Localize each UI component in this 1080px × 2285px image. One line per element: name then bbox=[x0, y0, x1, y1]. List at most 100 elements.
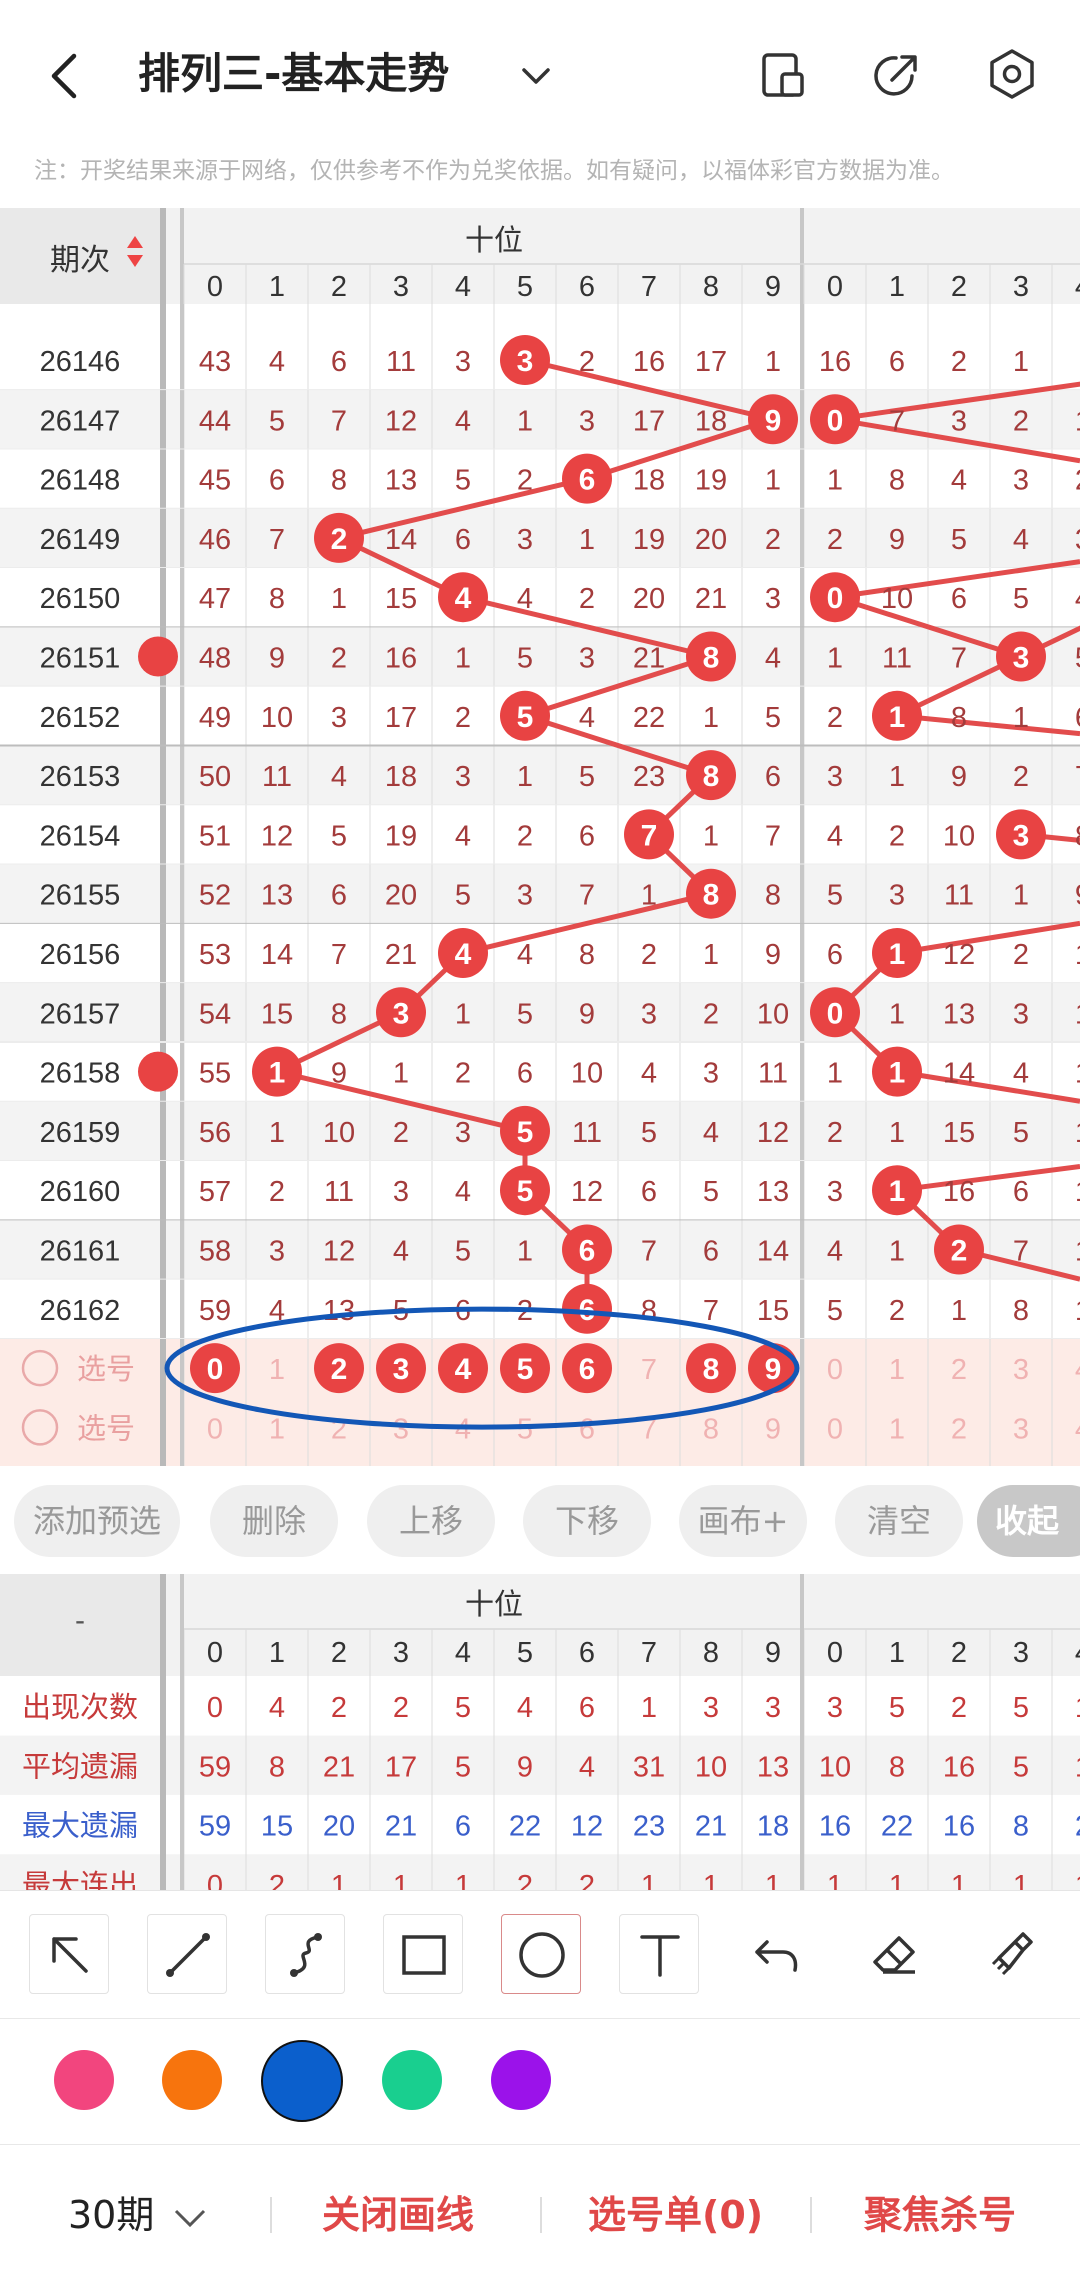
color-green-swatch[interactable] bbox=[382, 2050, 442, 2110]
stat-value: 3 bbox=[827, 1692, 843, 1724]
arrow-tool-button[interactable] bbox=[29, 1914, 109, 1994]
miss-count: 12 bbox=[261, 820, 293, 852]
page-title[interactable]: 排列三-基本走势 bbox=[138, 44, 449, 104]
color-orange-swatch[interactable] bbox=[162, 2050, 222, 2110]
tens-group-header: 十位 bbox=[465, 1588, 523, 1621]
add-preselect-button[interactable]: 添加预选 bbox=[14, 1485, 180, 1557]
period-selector[interactable]: 30期 bbox=[68, 2145, 208, 2285]
miss-count: 1 bbox=[1013, 346, 1029, 378]
miss-count: 5 bbox=[331, 820, 347, 852]
stat-value: 8 bbox=[269, 1751, 285, 1783]
group-separator bbox=[180, 208, 184, 304]
stat-value: 21 bbox=[323, 1751, 355, 1783]
digit-header: 6 bbox=[579, 1637, 595, 1669]
undo-button[interactable] bbox=[737, 1914, 817, 1994]
delete-button[interactable]: 删除 bbox=[210, 1485, 338, 1557]
miss-count: 2 bbox=[517, 820, 533, 852]
title-dropdown-icon[interactable] bbox=[516, 56, 556, 96]
miss-count: 8 bbox=[1075, 820, 1080, 852]
stat-value: 6 bbox=[455, 1811, 471, 1843]
miss-count: 6 bbox=[889, 346, 905, 378]
circle-tool-button[interactable] bbox=[501, 1914, 581, 1994]
text-tool-button[interactable] bbox=[619, 1914, 699, 1994]
text-icon bbox=[640, 1935, 680, 1977]
miss-count: 15 bbox=[385, 583, 417, 615]
drawing-toolbar bbox=[0, 1890, 1080, 2018]
header: 排列三-基本走势 bbox=[0, 0, 1080, 150]
stat-value: 3 bbox=[703, 1692, 719, 1724]
miss-count: 6 bbox=[827, 939, 843, 971]
select-label: 选号 bbox=[77, 1412, 135, 1445]
miss-count: 6 bbox=[269, 465, 285, 497]
hit-number: 4 bbox=[455, 938, 472, 971]
rectangle-tool-button[interactable] bbox=[383, 1914, 463, 1994]
miss-count: 49 bbox=[199, 702, 231, 734]
color-blue-swatch[interactable] bbox=[261, 2040, 343, 2122]
color-pink-swatch[interactable] bbox=[54, 2050, 114, 2110]
miss-count: 1 bbox=[1075, 405, 1080, 437]
stat-value: 2 bbox=[951, 1692, 967, 1724]
miss-count: 7 bbox=[889, 405, 905, 437]
back-button[interactable] bbox=[30, 40, 100, 110]
digit-header: 3 bbox=[393, 1637, 409, 1669]
period-cell: 26154 bbox=[40, 820, 121, 852]
miss-count: 4 bbox=[455, 1176, 471, 1208]
color-purple-swatch[interactable] bbox=[491, 2050, 551, 2110]
settings-icon[interactable] bbox=[984, 46, 1040, 102]
miss-count: 20 bbox=[633, 583, 665, 615]
miss-count: 6 bbox=[641, 1176, 657, 1208]
focus-kill-button[interactable]: 聚焦杀号 bbox=[864, 2145, 1016, 2285]
miss-count: 2 bbox=[579, 583, 595, 615]
miss-count: 21 bbox=[385, 939, 417, 971]
period-cell: 26156 bbox=[40, 939, 121, 971]
stat-value: 8 bbox=[1013, 1811, 1029, 1843]
stat-value: 1 bbox=[703, 1870, 719, 1890]
miss-count: 52 bbox=[199, 880, 231, 912]
arrow-icon bbox=[52, 1937, 88, 1973]
miss-count: 17 bbox=[695, 346, 727, 378]
miss-count: 5 bbox=[1075, 643, 1080, 675]
collapse-button[interactable]: 收起 bbox=[977, 1485, 1080, 1557]
canvas-plus-button[interactable]: 画布+ bbox=[679, 1485, 807, 1557]
miss-count: 1 bbox=[1075, 939, 1080, 971]
miss-count: 7 bbox=[331, 405, 347, 437]
curve-tool-button[interactable] bbox=[265, 1914, 345, 1994]
stat-value: 1 bbox=[765, 1870, 781, 1890]
miss-count: 4 bbox=[1013, 524, 1029, 556]
close-line-button[interactable]: 关闭画线 bbox=[322, 2145, 474, 2285]
broom-button[interactable] bbox=[973, 1914, 1053, 1994]
miss-count: 59 bbox=[199, 1295, 231, 1327]
miss-count: 1 bbox=[331, 583, 347, 615]
miss-count: 9 bbox=[269, 643, 285, 675]
miss-count: 1 bbox=[827, 465, 843, 497]
tens-group-header: 十位 bbox=[465, 224, 523, 257]
stat-value: 13 bbox=[757, 1751, 789, 1783]
hit-ball-edge bbox=[138, 1051, 178, 1092]
clear-button[interactable]: 清空 bbox=[835, 1485, 963, 1557]
stat-value: 2 bbox=[517, 1870, 533, 1890]
move-up-button[interactable]: 上移 bbox=[367, 1485, 495, 1557]
stat-value: 4 bbox=[579, 1751, 595, 1783]
line-tool-button[interactable] bbox=[147, 1914, 227, 1994]
layout-icon[interactable] bbox=[758, 50, 808, 100]
miss-count: 1 bbox=[1013, 880, 1029, 912]
miss-count: 9 bbox=[765, 939, 781, 971]
eraser-button[interactable] bbox=[855, 1914, 935, 1994]
move-down-button[interactable]: 下移 bbox=[523, 1485, 651, 1557]
select-number: 6 bbox=[579, 1413, 595, 1445]
stat-value: 1 bbox=[951, 1870, 967, 1890]
miss-count: 14 bbox=[385, 524, 417, 556]
pick-list-button[interactable]: 选号单(0) bbox=[588, 2145, 763, 2285]
trend-chart[interactable]: 期次十位012345678901234261464346113321617116… bbox=[0, 208, 1080, 1466]
period-cell: 26155 bbox=[40, 880, 121, 912]
miss-count: 3 bbox=[889, 880, 905, 912]
miss-count: 2 bbox=[1075, 465, 1080, 497]
digit-header: 5 bbox=[517, 1637, 533, 1669]
share-icon[interactable] bbox=[870, 48, 924, 102]
miss-count: 5 bbox=[765, 702, 781, 734]
miss-count: 53 bbox=[199, 939, 231, 971]
stat-value: 22 bbox=[881, 1811, 913, 1843]
miss-count: 2 bbox=[269, 1176, 285, 1208]
statistics-svg: -十位012345678901234出现次数042254613335251平均遗… bbox=[0, 1574, 1080, 1890]
miss-count: 51 bbox=[199, 820, 231, 852]
